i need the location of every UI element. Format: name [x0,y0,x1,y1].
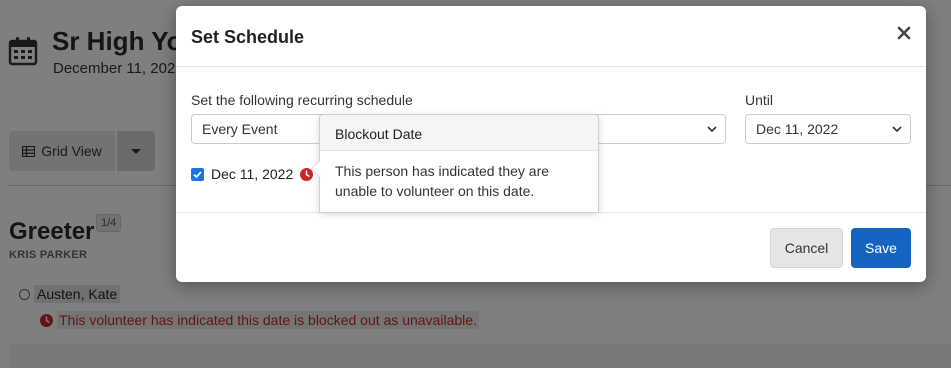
recurring-schedule-label: Set the following recurring schedule [191,92,413,108]
until-label: Until [745,92,774,108]
close-icon[interactable] [896,25,912,41]
modal-footer: Cancel Save [176,212,926,282]
until-select[interactable]: Dec 11, 2022 [745,114,911,144]
until-value: Dec 11, 2022 [756,121,839,137]
chevron-down-icon [707,126,717,133]
popover-arrow [311,160,320,178]
date-item-row: Dec 11, 2022 [191,166,314,182]
popover-title: Blockout Date [320,115,598,151]
cancel-button[interactable]: Cancel [770,228,843,268]
popover-body: This person has indicated they are unabl… [335,163,550,199]
save-button[interactable]: Save [851,228,911,268]
date-item-label: Dec 11, 2022 [211,166,294,182]
blockout-popover: Blockout Date This person has indicated … [311,114,599,212]
modal-header: Set Schedule [176,6,926,67]
recurring-schedule-value: Every Event [202,121,278,137]
check-icon [193,170,202,178]
date-checkbox[interactable] [191,167,204,181]
modal-title: Set Schedule [191,27,305,47]
chevron-down-icon [892,126,902,133]
